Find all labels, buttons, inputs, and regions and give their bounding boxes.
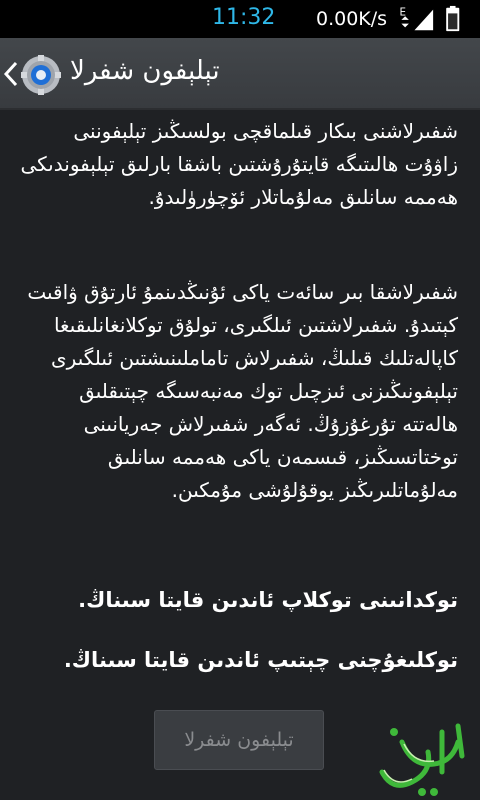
status-icons: E (400, 5, 460, 32)
page-title: تېلېفون شفرلا (70, 56, 220, 86)
settings-gear-icon[interactable] (20, 54, 62, 96)
info-paragraph-2: شفىرلاشقا بىر سائەت ياكى ئۇنىڭدىنمۇ ئارت… (27, 280, 458, 502)
status-time: 11:32 (212, 5, 276, 30)
encrypt-phone-button[interactable]: تېلېفون شفرلا (154, 710, 324, 770)
content-area: شفىرلاشنى بىكار قىلماقچى بولسىڭىز تېلېفو… (0, 110, 480, 800)
battery-icon (446, 5, 460, 32)
charge-battery-warning: توكدانىنى توكلاپ ئاندىن قايتا سىناڭ. (78, 588, 458, 612)
data-transfer-icon: E (400, 6, 409, 28)
plug-in-charger-warning: توكلىغۇچنى چېتىپ ئاندىن قايتا سىناڭ. (63, 648, 458, 672)
status-bar: 11:32 0.00K/s E (0, 0, 480, 38)
watermark-logo (379, 723, 465, 796)
back-chevron-icon[interactable] (2, 60, 20, 88)
action-bar: تېلېفون شفرلا (0, 38, 480, 110)
network-speed: 0.00K/s (316, 8, 388, 30)
signal-icon (414, 9, 434, 31)
info-paragraph-1: شفىرلاشنى بىكار قىلماقچى بولسىڭىز تېلېفو… (20, 119, 458, 209)
